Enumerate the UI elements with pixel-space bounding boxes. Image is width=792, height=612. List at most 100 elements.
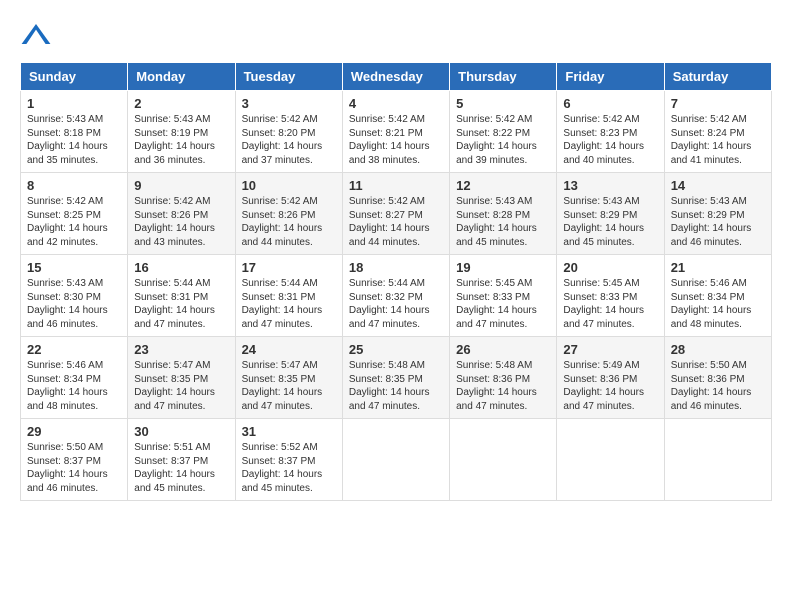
day-info: Sunrise: 5:44 AM Sunset: 8:31 PM Dayligh…: [134, 277, 228, 331]
day-info: Sunrise: 5:42 AM Sunset: 8:24 PM Dayligh…: [671, 113, 765, 167]
day-number: 16: [134, 260, 228, 275]
day-info: Sunrise: 5:50 AM Sunset: 8:36 PM Dayligh…: [671, 359, 765, 413]
calendar: Sunday Monday Tuesday Wednesday Thursday…: [20, 62, 772, 501]
calendar-week-5: 29 Sunrise: 5:50 AM Sunset: 8:37 PM Dayl…: [21, 419, 772, 501]
day-number: 7: [671, 96, 765, 111]
day-info: Sunrise: 5:42 AM Sunset: 8:25 PM Dayligh…: [27, 195, 121, 249]
calendar-cell: 26 Sunrise: 5:48 AM Sunset: 8:36 PM Dayl…: [450, 337, 557, 419]
day-number: 6: [563, 96, 657, 111]
day-number: 22: [27, 342, 121, 357]
col-tuesday: Tuesday: [235, 63, 342, 91]
calendar-cell: 2 Sunrise: 5:43 AM Sunset: 8:19 PM Dayli…: [128, 91, 235, 173]
day-number: 27: [563, 342, 657, 357]
day-number: 12: [456, 178, 550, 193]
day-info: Sunrise: 5:50 AM Sunset: 8:37 PM Dayligh…: [27, 441, 121, 495]
day-info: Sunrise: 5:42 AM Sunset: 8:22 PM Dayligh…: [456, 113, 550, 167]
day-info: Sunrise: 5:52 AM Sunset: 8:37 PM Dayligh…: [242, 441, 336, 495]
calendar-cell: 1 Sunrise: 5:43 AM Sunset: 8:18 PM Dayli…: [21, 91, 128, 173]
col-friday: Friday: [557, 63, 664, 91]
day-info: Sunrise: 5:43 AM Sunset: 8:28 PM Dayligh…: [456, 195, 550, 249]
calendar-cell: 31 Sunrise: 5:52 AM Sunset: 8:37 PM Dayl…: [235, 419, 342, 501]
calendar-cell: [450, 419, 557, 501]
day-info: Sunrise: 5:48 AM Sunset: 8:36 PM Dayligh…: [456, 359, 550, 413]
day-info: Sunrise: 5:43 AM Sunset: 8:18 PM Dayligh…: [27, 113, 121, 167]
calendar-cell: 17 Sunrise: 5:44 AM Sunset: 8:31 PM Dayl…: [235, 255, 342, 337]
day-number: 10: [242, 178, 336, 193]
day-info: Sunrise: 5:48 AM Sunset: 8:35 PM Dayligh…: [349, 359, 443, 413]
day-number: 23: [134, 342, 228, 357]
calendar-cell: 9 Sunrise: 5:42 AM Sunset: 8:26 PM Dayli…: [128, 173, 235, 255]
day-info: Sunrise: 5:42 AM Sunset: 8:23 PM Dayligh…: [563, 113, 657, 167]
calendar-cell: [342, 419, 449, 501]
day-number: 2: [134, 96, 228, 111]
day-info: Sunrise: 5:44 AM Sunset: 8:32 PM Dayligh…: [349, 277, 443, 331]
logo-icon: [20, 20, 52, 52]
calendar-cell: 8 Sunrise: 5:42 AM Sunset: 8:25 PM Dayli…: [21, 173, 128, 255]
calendar-cell: 23 Sunrise: 5:47 AM Sunset: 8:35 PM Dayl…: [128, 337, 235, 419]
day-info: Sunrise: 5:46 AM Sunset: 8:34 PM Dayligh…: [671, 277, 765, 331]
day-number: 1: [27, 96, 121, 111]
calendar-week-3: 15 Sunrise: 5:43 AM Sunset: 8:30 PM Dayl…: [21, 255, 772, 337]
day-number: 11: [349, 178, 443, 193]
day-info: Sunrise: 5:42 AM Sunset: 8:27 PM Dayligh…: [349, 195, 443, 249]
calendar-cell: 11 Sunrise: 5:42 AM Sunset: 8:27 PM Dayl…: [342, 173, 449, 255]
col-thursday: Thursday: [450, 63, 557, 91]
day-number: 21: [671, 260, 765, 275]
calendar-cell: 22 Sunrise: 5:46 AM Sunset: 8:34 PM Dayl…: [21, 337, 128, 419]
calendar-cell: 4 Sunrise: 5:42 AM Sunset: 8:21 PM Dayli…: [342, 91, 449, 173]
calendar-cell: 21 Sunrise: 5:46 AM Sunset: 8:34 PM Dayl…: [664, 255, 771, 337]
logo: [20, 20, 56, 52]
calendar-cell: 19 Sunrise: 5:45 AM Sunset: 8:33 PM Dayl…: [450, 255, 557, 337]
day-info: Sunrise: 5:43 AM Sunset: 8:29 PM Dayligh…: [563, 195, 657, 249]
day-info: Sunrise: 5:42 AM Sunset: 8:20 PM Dayligh…: [242, 113, 336, 167]
day-info: Sunrise: 5:45 AM Sunset: 8:33 PM Dayligh…: [563, 277, 657, 331]
day-number: 15: [27, 260, 121, 275]
calendar-cell: 16 Sunrise: 5:44 AM Sunset: 8:31 PM Dayl…: [128, 255, 235, 337]
day-number: 19: [456, 260, 550, 275]
calendar-cell: 7 Sunrise: 5:42 AM Sunset: 8:24 PM Dayli…: [664, 91, 771, 173]
col-sunday: Sunday: [21, 63, 128, 91]
calendar-cell: 28 Sunrise: 5:50 AM Sunset: 8:36 PM Dayl…: [664, 337, 771, 419]
calendar-cell: 3 Sunrise: 5:42 AM Sunset: 8:20 PM Dayli…: [235, 91, 342, 173]
col-saturday: Saturday: [664, 63, 771, 91]
day-info: Sunrise: 5:43 AM Sunset: 8:29 PM Dayligh…: [671, 195, 765, 249]
calendar-cell: 18 Sunrise: 5:44 AM Sunset: 8:32 PM Dayl…: [342, 255, 449, 337]
calendar-header-row: Sunday Monday Tuesday Wednesday Thursday…: [21, 63, 772, 91]
day-info: Sunrise: 5:42 AM Sunset: 8:21 PM Dayligh…: [349, 113, 443, 167]
calendar-cell: 6 Sunrise: 5:42 AM Sunset: 8:23 PM Dayli…: [557, 91, 664, 173]
calendar-cell: [664, 419, 771, 501]
day-number: 28: [671, 342, 765, 357]
day-info: Sunrise: 5:51 AM Sunset: 8:37 PM Dayligh…: [134, 441, 228, 495]
day-info: Sunrise: 5:43 AM Sunset: 8:19 PM Dayligh…: [134, 113, 228, 167]
day-number: 31: [242, 424, 336, 439]
day-number: 14: [671, 178, 765, 193]
calendar-cell: 27 Sunrise: 5:49 AM Sunset: 8:36 PM Dayl…: [557, 337, 664, 419]
page-header: [20, 20, 772, 52]
day-number: 17: [242, 260, 336, 275]
calendar-cell: [557, 419, 664, 501]
day-number: 8: [27, 178, 121, 193]
day-info: Sunrise: 5:45 AM Sunset: 8:33 PM Dayligh…: [456, 277, 550, 331]
calendar-cell: 5 Sunrise: 5:42 AM Sunset: 8:22 PM Dayli…: [450, 91, 557, 173]
day-number: 26: [456, 342, 550, 357]
day-number: 24: [242, 342, 336, 357]
calendar-cell: 24 Sunrise: 5:47 AM Sunset: 8:35 PM Dayl…: [235, 337, 342, 419]
col-monday: Monday: [128, 63, 235, 91]
day-info: Sunrise: 5:42 AM Sunset: 8:26 PM Dayligh…: [134, 195, 228, 249]
day-info: Sunrise: 5:43 AM Sunset: 8:30 PM Dayligh…: [27, 277, 121, 331]
calendar-cell: 25 Sunrise: 5:48 AM Sunset: 8:35 PM Dayl…: [342, 337, 449, 419]
day-number: 25: [349, 342, 443, 357]
day-info: Sunrise: 5:49 AM Sunset: 8:36 PM Dayligh…: [563, 359, 657, 413]
calendar-week-2: 8 Sunrise: 5:42 AM Sunset: 8:25 PM Dayli…: [21, 173, 772, 255]
day-number: 18: [349, 260, 443, 275]
day-number: 3: [242, 96, 336, 111]
calendar-cell: 20 Sunrise: 5:45 AM Sunset: 8:33 PM Dayl…: [557, 255, 664, 337]
col-wednesday: Wednesday: [342, 63, 449, 91]
day-number: 30: [134, 424, 228, 439]
calendar-week-4: 22 Sunrise: 5:46 AM Sunset: 8:34 PM Dayl…: [21, 337, 772, 419]
day-info: Sunrise: 5:46 AM Sunset: 8:34 PM Dayligh…: [27, 359, 121, 413]
calendar-cell: 10 Sunrise: 5:42 AM Sunset: 8:26 PM Dayl…: [235, 173, 342, 255]
calendar-cell: 14 Sunrise: 5:43 AM Sunset: 8:29 PM Dayl…: [664, 173, 771, 255]
day-info: Sunrise: 5:42 AM Sunset: 8:26 PM Dayligh…: [242, 195, 336, 249]
calendar-week-1: 1 Sunrise: 5:43 AM Sunset: 8:18 PM Dayli…: [21, 91, 772, 173]
